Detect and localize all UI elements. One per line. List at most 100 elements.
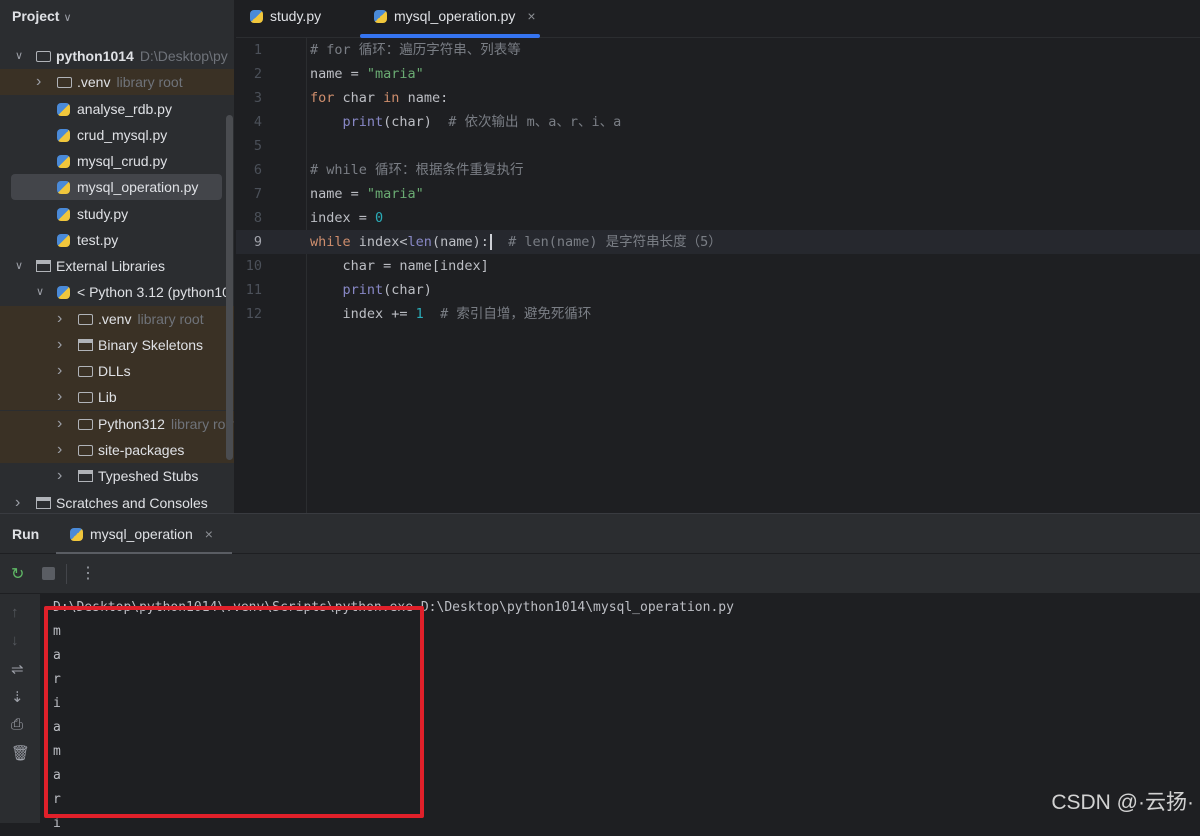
tree-item-label: python1014 D:\Desktop\py	[56, 43, 228, 69]
library-icon	[78, 339, 93, 351]
code-text: print(char)	[310, 278, 432, 302]
soft-wrap-icon[interactable]: ⇌	[11, 660, 24, 678]
run-tab-label: mysql_operation	[90, 526, 193, 542]
rerun-icon[interactable]: ↻	[11, 564, 24, 584]
tree-item-name: python1014	[56, 48, 134, 64]
console-side-toolbar: ↑ ↓ ⇌ ⇣ ⎙ 🗑	[0, 594, 40, 823]
code-line: 11 print(char)	[236, 278, 1200, 302]
tree-item-hint: library root	[137, 311, 204, 327]
tree-item-crud-mysql-py[interactable]: crud_mysql.py	[0, 122, 234, 148]
tab-study-py[interactable]: study.py	[250, 0, 321, 38]
python-icon	[374, 10, 387, 23]
code-token: "maria"	[366, 186, 424, 202]
tree-item-name: test.py	[77, 232, 119, 248]
python-icon	[250, 10, 263, 23]
toolbar-divider	[66, 564, 67, 584]
sidebar-title: Project	[12, 8, 60, 24]
tree-item-dlls[interactable]: › DLLs	[0, 358, 234, 384]
code-token: char = name[index]	[310, 258, 489, 274]
chevron-right-icon[interactable]: ›	[57, 437, 62, 463]
tree-item--venv[interactable]: › .venv library root	[0, 69, 234, 95]
stop-icon[interactable]	[42, 567, 55, 580]
close-icon[interactable]: ×	[527, 8, 535, 24]
code-token: index +=	[310, 306, 416, 322]
python-file-icon	[57, 181, 70, 194]
watermark: CSDN @·云扬·	[1051, 791, 1194, 814]
tree-item-binary-skeletons[interactable]: › Binary Skeletons	[0, 332, 234, 358]
project-view-selector[interactable]: Project ∨	[12, 8, 72, 24]
tree-item-analyse-rdb-py[interactable]: analyse_rdb.py	[0, 96, 234, 122]
tree-item-label: mysql_operation.py	[77, 174, 198, 200]
close-icon[interactable]: ×	[205, 526, 213, 542]
tree-item-mysql-operation-py[interactable]: mysql_operation.py	[11, 174, 222, 200]
chevron-right-icon[interactable]: ›	[57, 384, 62, 410]
code-text: for char in name:	[310, 86, 448, 110]
tree-item-label: External Libraries	[56, 253, 165, 279]
tree-item-study-py[interactable]: study.py	[0, 201, 234, 227]
arrow-up-icon[interactable]: ↑	[11, 604, 19, 621]
tab-mysql_operation-py[interactable]: mysql_operation.py ×	[360, 0, 540, 38]
tree-item-scratches-and-consoles[interactable]: › Scratches and Consoles	[0, 490, 234, 513]
tree-item-site-packages[interactable]: › site-packages	[0, 437, 234, 463]
code-token: while	[310, 234, 351, 250]
tree-item-python312[interactable]: › Python312 library root	[0, 411, 234, 437]
tree-item-name: mysql_crud.py	[77, 153, 168, 169]
code-token: # len(name) 是字符串长度（5）	[508, 234, 722, 250]
tree-item-python1014[interactable]: ∨ python1014 D:\Desktop\py	[0, 43, 234, 69]
tree-item-typeshed-stubs[interactable]: › Typeshed Stubs	[0, 463, 234, 489]
code-token: name:	[399, 90, 449, 106]
sidebar-scrollbar[interactable]	[226, 115, 233, 460]
chevron-right-icon[interactable]: ›	[57, 332, 62, 358]
tree-item-mysql-crud-py[interactable]: mysql_crud.py	[0, 148, 234, 174]
code-token: index<	[350, 234, 408, 250]
chevron-right-icon[interactable]: ›	[57, 306, 62, 332]
tree-item-label: Python312 library root	[98, 411, 234, 437]
trash-icon[interactable]: 🗑	[11, 744, 30, 762]
print-icon[interactable]: ⎙	[11, 716, 23, 733]
chevron-right-icon[interactable]: ›	[57, 358, 62, 384]
line-number: 3	[253, 90, 262, 106]
chevron-down-icon[interactable]: ∨	[36, 279, 44, 305]
tree-item-name: < Python 3.12 (python10	[77, 284, 230, 300]
code-text: name = "maria"	[310, 62, 424, 86]
chevron-down-icon[interactable]: ∨	[15, 253, 23, 279]
tree-item-name: crud_mysql.py	[77, 127, 168, 143]
folder-icon	[78, 445, 93, 456]
line-number: 12	[245, 306, 262, 322]
chevron-right-icon[interactable]: ›	[57, 463, 62, 489]
chevron-right-icon[interactable]: ›	[15, 490, 20, 513]
tree-item-name: .venv	[77, 74, 111, 90]
code-token: (char)	[383, 114, 449, 130]
tree-item--python-3-12-python10[interactable]: ∨ < Python 3.12 (python10	[0, 279, 234, 305]
tree-item-label: Scratches and Consoles	[56, 490, 208, 513]
arrow-down-icon[interactable]: ↓	[11, 632, 19, 649]
folder-icon	[78, 419, 93, 430]
tree-item--venv[interactable]: › .venv library root	[0, 306, 234, 332]
code-token: # for 循环：遍历字符串、列表等	[310, 42, 521, 58]
more-options-icon[interactable]: ⋮	[80, 563, 96, 583]
line-number: 6	[253, 162, 262, 178]
run-panel: Run mysql_operation × ↻ ⋮ ↑ ↓ ⇌ ⇣ ⎙ 🗑 D:\…	[0, 513, 1200, 831]
tree-item-test-py[interactable]: test.py	[0, 227, 234, 253]
tree-item-label: DLLs	[98, 358, 131, 384]
tab-label: mysql_operation.py	[394, 8, 516, 24]
tree-item-label: Binary Skeletons	[98, 332, 203, 358]
chevron-down-icon[interactable]: ∨	[15, 43, 23, 69]
chevron-right-icon[interactable]: ›	[57, 411, 62, 437]
code-text: name = "maria"	[310, 182, 424, 206]
run-tab-mysql-operation[interactable]: mysql_operation ×	[70, 526, 213, 542]
tree-item-name: mysql_operation.py	[77, 179, 199, 195]
tree-item-external-libraries[interactable]: ∨ External Libraries	[0, 253, 234, 279]
code-token: "maria"	[366, 66, 424, 82]
code-line: 1 # for 循环：遍历字符串、列表等	[236, 38, 1200, 62]
tree-item-lib[interactable]: › Lib	[0, 384, 234, 410]
code-token: 1	[415, 306, 424, 322]
tree-item-name: .venv	[98, 311, 132, 327]
code-line: 5	[236, 134, 1200, 158]
editor: study.py mysql_operation.py × 1 # for 循环：遍历…	[236, 0, 1200, 513]
code-line: 12 index += 1 # 索引自增，避免死循环	[236, 302, 1200, 326]
chevron-right-icon[interactable]: ›	[36, 69, 41, 95]
scroll-to-end-icon[interactable]: ⇣	[11, 688, 24, 706]
code-line: 10 char = name[index]	[236, 254, 1200, 278]
